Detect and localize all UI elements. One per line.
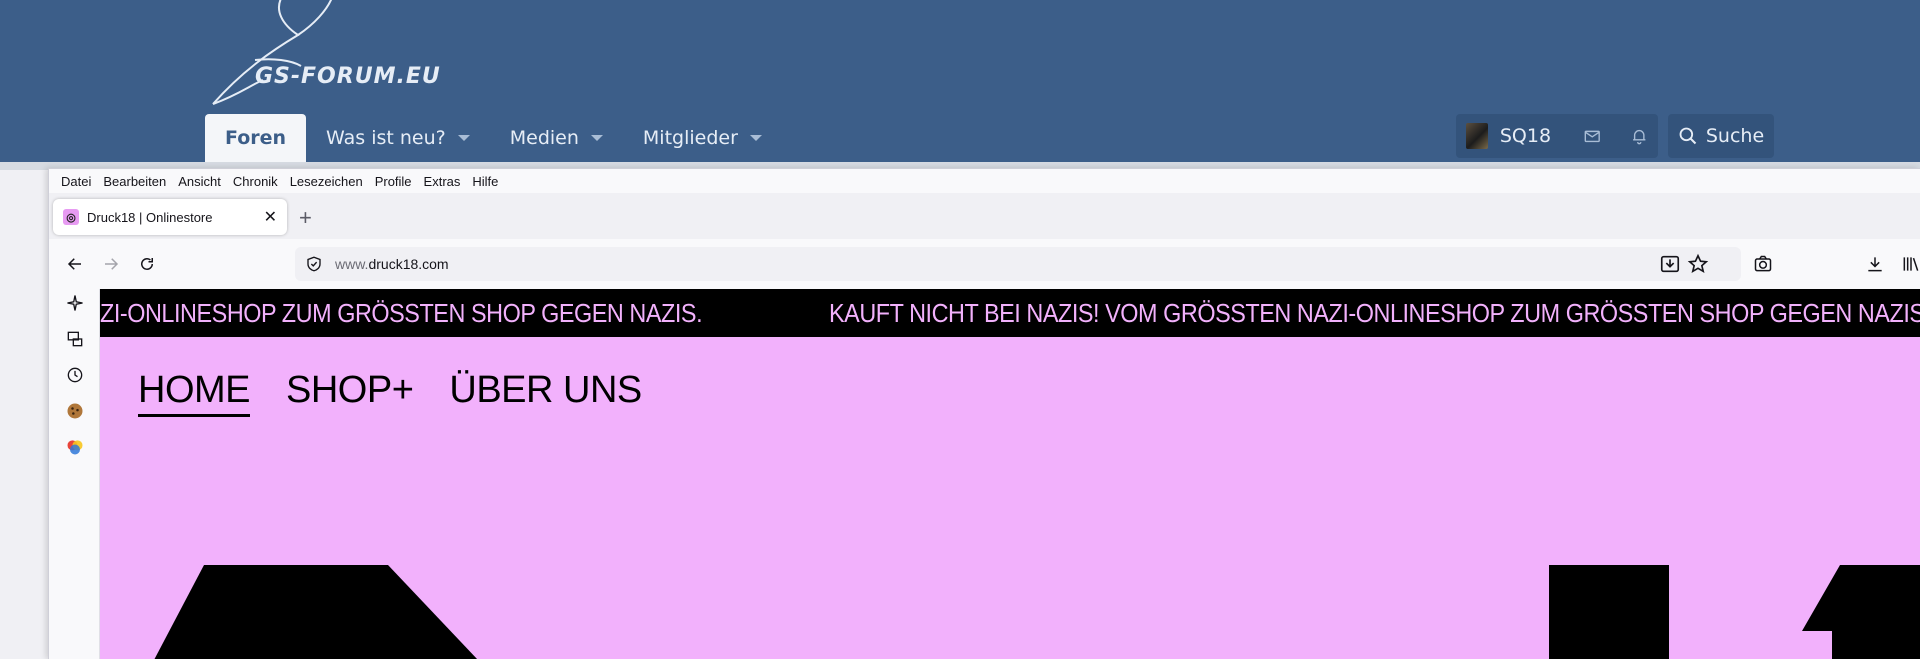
history-icon[interactable] (65, 365, 85, 385)
synced-tabs-icon[interactable] (65, 329, 85, 349)
screenshot-icon[interactable] (1751, 252, 1775, 276)
extension-icon[interactable] (65, 437, 85, 457)
back-icon[interactable] (63, 252, 87, 276)
hero-shape-left (154, 565, 478, 659)
shield-icon[interactable] (305, 255, 323, 273)
forum-nav-label: Was ist neu? (326, 127, 446, 149)
forum-nav-medien[interactable]: Medien (490, 114, 623, 162)
forum-nav-label: Medien (509, 127, 579, 149)
browser-window: Datei Bearbeiten Ansicht Chronik Lesezei… (48, 168, 1920, 659)
library-icon[interactable] (1899, 252, 1920, 276)
close-icon[interactable]: ✕ (264, 207, 277, 227)
new-tab-button[interactable]: + (299, 207, 312, 229)
forum-user-bar: SQ18 (1456, 114, 1658, 158)
bell-icon[interactable] (1630, 125, 1648, 147)
menu-profile[interactable]: Profile (369, 174, 418, 189)
nav-toolbar: www.druck18.com (49, 239, 1920, 289)
chevron-down-icon[interactable] (457, 135, 470, 141)
site-favicon-icon: ◎ (63, 209, 79, 225)
forum-nav-was-ist-neu[interactable]: Was ist neu? (306, 114, 490, 162)
menu-datei[interactable]: Datei (55, 174, 97, 189)
menu-chronik[interactable]: Chronik (227, 174, 284, 189)
search-icon (1679, 127, 1697, 145)
hero-shape-middle (1549, 565, 1669, 659)
downloads-icon[interactable] (1863, 252, 1887, 276)
tab-bar: ◎ Druck18 | Onlinestore ✕ + (49, 193, 1920, 239)
forum-nav-label: Foren (225, 127, 287, 149)
url-text[interactable]: www.druck18.com (335, 256, 449, 272)
menu-hilfe[interactable]: Hilfe (466, 174, 504, 189)
username[interactable]: SQ18 (1500, 125, 1551, 147)
forum-header: GS-FORUM.EU Foren Was ist neu? Medien Mi… (0, 0, 1920, 162)
menu-bearbeiten[interactable]: Bearbeiten (97, 174, 172, 189)
ai-chat-icon[interactable] (65, 293, 85, 313)
forum-logo-text: GS-FORUM.EU (255, 64, 441, 89)
web-content: ZI-ONLINESHOP ZUM GRÖSSTEN SHOP GEGEN NA… (100, 289, 1920, 659)
search-button[interactable]: Suche (1668, 114, 1774, 158)
menu-lesezeichen[interactable]: Lesezeichen (284, 174, 369, 189)
chevron-down-icon[interactable] (590, 135, 603, 141)
hero-graphic (154, 565, 1920, 659)
menu-ansicht[interactable]: Ansicht (172, 174, 227, 189)
chevron-down-icon[interactable] (749, 135, 762, 141)
tab-druck18[interactable]: ◎ Druck18 | Onlinestore ✕ (53, 199, 287, 235)
forum-nav-mitglieder[interactable]: Mitglieder (623, 114, 782, 162)
forum-nav-foren[interactable]: Foren (205, 114, 307, 162)
reader-download-icon[interactable] (1659, 253, 1681, 275)
forward-icon[interactable] (99, 252, 123, 276)
tab-title: Druck18 | Onlinestore (87, 209, 213, 225)
star-icon[interactable] (1687, 253, 1709, 275)
forum-logo[interactable]: GS-FORUM.EU (203, 0, 473, 108)
browser-sidebar (49, 289, 100, 659)
url-bar[interactable]: www.druck18.com (295, 247, 1741, 281)
avatar[interactable] (1466, 123, 1488, 149)
menu-extras[interactable]: Extras (418, 174, 467, 189)
forum-nav: Foren Was ist neu? Medien Mitglieder (205, 114, 782, 162)
cookie-icon[interactable] (65, 401, 85, 421)
hero-shape-right (1802, 565, 1920, 659)
reload-icon[interactable] (135, 252, 159, 276)
mail-icon[interactable] (1583, 125, 1601, 147)
menu-bar: Datei Bearbeiten Ansicht Chronik Lesezei… (49, 169, 1920, 193)
url-domain: druck18.com (368, 256, 449, 272)
search-label: Suche (1705, 125, 1765, 147)
url-prefix: www. (335, 256, 369, 272)
forum-nav-label: Mitglieder (642, 127, 738, 149)
